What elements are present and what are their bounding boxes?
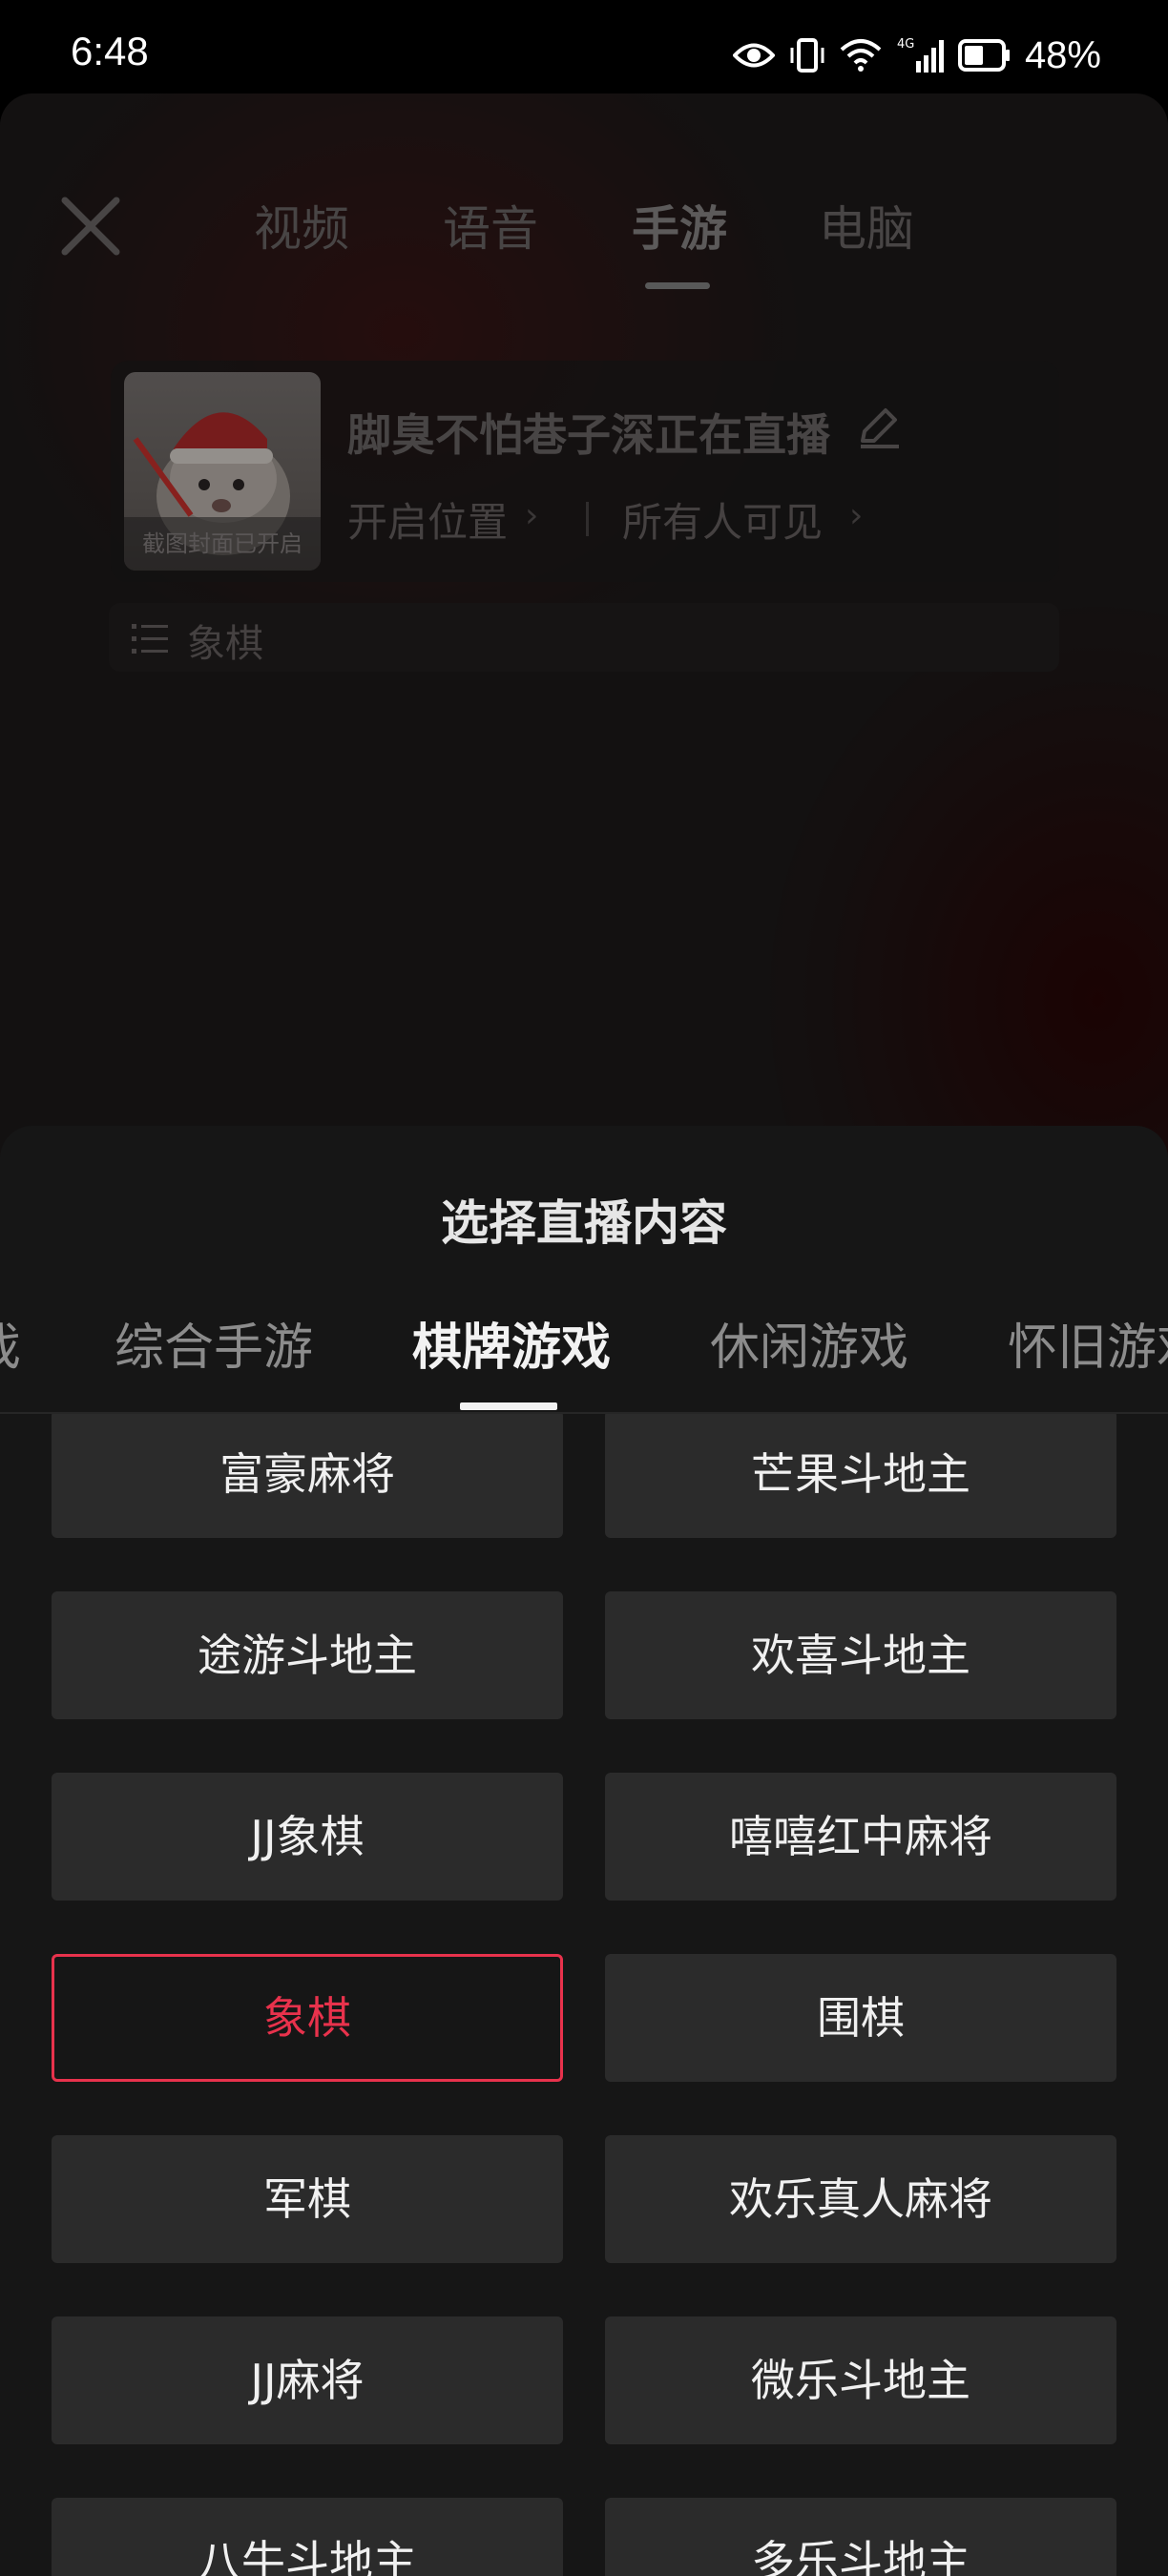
- tab-retro-games[interactable]: 怀旧游戏: [1008, 1307, 1168, 1379]
- tab-board-card-games[interactable]: 棋牌游戏: [412, 1307, 611, 1379]
- tab-game-partial[interactable]: 戏: [0, 1307, 21, 1379]
- game-tile[interactable]: 微乐斗地主: [605, 2316, 1116, 2444]
- game-tile[interactable]: 嘻嘻红中麻将: [605, 1773, 1116, 1901]
- game-tile[interactable]: 途游斗地主: [52, 1591, 563, 1719]
- game-tile[interactable]: 欢喜斗地主: [605, 1591, 1116, 1719]
- game-tile[interactable]: 多乐斗地主: [605, 2498, 1116, 2576]
- wifi-icon: [840, 39, 882, 72]
- eye-icon: [732, 43, 775, 68]
- modal-overlay[interactable]: [0, 93, 1168, 1238]
- game-tile[interactable]: 围棋: [605, 1954, 1116, 2082]
- status-time: 6:48: [71, 29, 149, 73]
- game-tile[interactable]: JJ麻将: [52, 2316, 563, 2444]
- game-tile[interactable]: 富豪麻将: [52, 1414, 563, 1538]
- status-bar: 6:48 4G 48%: [0, 0, 1168, 95]
- signal-icon: 4G: [897, 37, 944, 73]
- game-tile[interactable]: 军棋: [52, 2135, 563, 2263]
- game-tile[interactable]: 欢乐真人麻将: [605, 2135, 1116, 2263]
- content-picker-sheet: 选择直播内容 戏 综合手游 棋牌游戏 休闲游戏 怀旧游戏 富豪麻将 芒果斗地主 …: [0, 1126, 1168, 2576]
- category-tabs: 戏 综合手游 棋牌游戏 休闲游戏 怀旧游戏: [0, 1307, 1168, 1412]
- battery-icon: [957, 39, 1010, 72]
- sheet-title: 选择直播内容: [441, 1195, 727, 1251]
- vibrate-icon: [790, 38, 824, 73]
- status-icons: 4G 48%: [732, 31, 1101, 80]
- battery-percentage: 48%: [1024, 33, 1101, 76]
- tab-general-mobile-games[interactable]: 综合手游: [115, 1307, 313, 1379]
- game-tile[interactable]: 芒果斗地主: [605, 1414, 1116, 1538]
- active-category-indicator: [460, 1402, 557, 1410]
- tab-casual-games[interactable]: 休闲游戏: [710, 1307, 908, 1379]
- network-type-label: 4G: [897, 37, 914, 52]
- game-tile[interactable]: JJ象棋: [52, 1773, 563, 1901]
- game-tile[interactable]: 八牛斗地主: [52, 2498, 563, 2576]
- game-tile-selected[interactable]: 象棋: [52, 1954, 563, 2082]
- game-grid: 富豪麻将 芒果斗地主 途游斗地主 欢喜斗地主 JJ象棋 嘻嘻红中麻将 象棋 围棋…: [0, 1414, 1168, 2576]
